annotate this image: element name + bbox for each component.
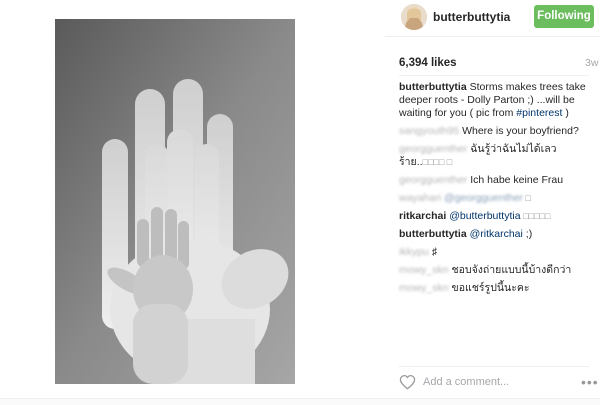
mention-link[interactable]: @georgguenther [444,192,523,204]
comment-list: butterbuttytia Storms makes trees take d… [399,81,589,300]
comment-text-tail: ) [562,107,569,119]
comment-item: butterbuttytia Storms makes trees take d… [399,81,589,120]
comment-text-tail: □□□□ □ [422,157,453,167]
comment-author[interactable]: butterbuttytia [399,81,467,93]
comment-item: ritkarchai @butterbuttytia □□□□□ [399,210,589,223]
comment-author[interactable]: wayahari [399,192,441,204]
comment-text: ♯ [431,246,437,258]
comment-item: ikkypu ♯ [399,246,589,259]
comment-item: georgguenther Ich habe keine Frau [399,174,589,187]
comment-author[interactable]: mowy_skn [399,282,449,294]
comment-text: Where is your boyfriend? [462,125,579,137]
comments-divider [399,366,589,367]
page-footer-strip [0,398,600,405]
comment-author[interactable]: sangyouth95 [399,125,459,137]
comment-author[interactable]: mowy_skn [399,264,449,276]
avatar[interactable] [401,4,427,30]
post-age[interactable]: 3w [585,57,598,69]
post-page: butterbuttytia Following 6,394 likes 3w … [0,0,600,405]
comment-author[interactable]: ikkypu [399,246,429,258]
comment-text: ;) [522,228,533,240]
post-header: butterbuttytia Following [385,0,600,36]
post-photo[interactable] [55,19,295,384]
comment-author[interactable]: butterbuttytia [399,228,467,240]
avatar-image [401,4,427,30]
add-comment-input[interactable] [423,373,563,391]
comment-item: georgguenther ฉันรู้ว่าฉันไม่ได้เลวร้าย.… [399,143,589,169]
header-divider [385,36,600,37]
mention-link[interactable]: @butterbuttytia [449,210,520,222]
comment-item: butterbuttytia @ritkarchai ;) [399,228,589,241]
comment-text: □□□□□ [520,211,551,221]
more-options-icon[interactable]: ••• [581,374,599,390]
comment-author[interactable]: ritkarchai [399,210,446,222]
comment-text: ขอแชร์รูปนี้นะคะ [451,282,530,294]
likes-divider [399,75,589,76]
heart-icon[interactable] [399,374,416,390]
comment-item: mowy_skn ชอบจังถ่ายแบบนี้บ้างดีกว่า [399,264,589,277]
comment-text: ชอบจังถ่ายแบบนี้บ้างดีกว่า [451,264,572,276]
comment-author[interactable]: georgguenther [399,174,467,186]
following-button[interactable]: Following [534,5,594,28]
comment-text: Ich habe keine Frau [470,174,564,186]
header-username[interactable]: butterbuttytia [433,10,510,24]
mention-link[interactable]: @ritkarchai [470,228,523,240]
comment-item: mowy_skn ขอแชร์รูปนี้นะคะ [399,282,589,295]
likes-count[interactable]: 6,394 likes [399,57,457,69]
comment-text: □ [522,193,531,203]
add-comment-row: ••• [385,371,600,395]
post-side-panel: butterbuttytia Following 6,394 likes 3w … [385,0,600,398]
comment-item: wayahari @georgguenther □ [399,192,589,205]
comment-author[interactable]: georgguenther [399,143,467,155]
hands-photo-image [55,19,295,384]
hashtag-link[interactable]: #pinterest [516,107,562,119]
comment-item: sangyouth95 Where is your boyfriend? [399,125,589,138]
